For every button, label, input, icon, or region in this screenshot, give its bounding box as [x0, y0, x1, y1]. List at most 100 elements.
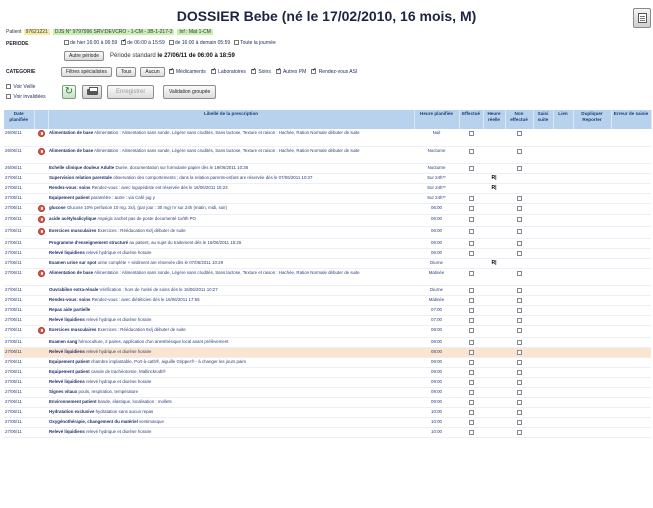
save-button[interactable]: Enregistrer	[107, 85, 155, 99]
done-checkbox[interactable]	[468, 287, 474, 293]
follow-up-cell[interactable]	[533, 129, 553, 147]
link-cell[interactable]	[553, 203, 573, 216]
follow-up-cell[interactable]	[533, 417, 553, 428]
not-done-cell[interactable]	[505, 173, 533, 184]
duplicate-cell[interactable]	[573, 407, 611, 418]
link-cell[interactable]	[553, 417, 573, 428]
table-row[interactable]: 27/06/11 Repas aide partielle 07:00	[4, 305, 651, 316]
link-cell[interactable]	[553, 268, 573, 286]
done-checkbox[interactable]	[468, 339, 474, 345]
table-row[interactable]: 27/06/11 Programme d'enseignement structu…	[4, 238, 651, 249]
done-checkbox[interactable]	[468, 270, 474, 276]
group-validate-button[interactable]: Validation groupée	[163, 85, 217, 99]
follow-up-cell[interactable]	[533, 367, 553, 378]
not-done-cell[interactable]	[505, 203, 533, 216]
follow-up-cell[interactable]	[533, 146, 553, 164]
not-done-checkbox[interactable]	[516, 409, 522, 415]
done-cell[interactable]	[459, 367, 483, 378]
done-cell[interactable]	[459, 226, 483, 239]
link-cell[interactable]	[553, 238, 573, 249]
duplicate-cell[interactable]	[573, 214, 611, 228]
link-cell[interactable]	[553, 315, 573, 326]
duplicate-cell[interactable]	[573, 226, 611, 239]
done-cell[interactable]	[459, 258, 483, 269]
table-row[interactable]: 27/06/11 Ouvrabilon extra-rénale Vérifica…	[4, 285, 651, 296]
link-cell[interactable]	[553, 325, 573, 338]
not-done-cell[interactable]	[505, 407, 533, 418]
follow-up-cell[interactable]	[533, 163, 553, 174]
done-cell[interactable]	[459, 203, 483, 216]
not-done-cell[interactable]	[505, 248, 533, 259]
not-done-checkbox[interactable]	[516, 165, 522, 171]
entry-error-cell[interactable]	[611, 427, 651, 438]
link-cell[interactable]	[553, 163, 573, 174]
link-cell[interactable]	[553, 146, 573, 164]
done-checkbox[interactable]	[468, 317, 474, 323]
done-cell[interactable]	[459, 407, 483, 418]
entry-error-cell[interactable]	[611, 325, 651, 338]
done-cell[interactable]	[459, 173, 483, 184]
follow-up-cell[interactable]	[533, 305, 553, 316]
done-checkbox[interactable]	[468, 359, 474, 365]
follow-up-cell[interactable]	[533, 238, 553, 249]
entry-error-cell[interactable]	[611, 295, 651, 306]
table-row[interactable]: 27/06/11 Exercices musculaires Exercices …	[4, 226, 651, 239]
link-cell[interactable]	[553, 397, 573, 408]
not-done-checkbox[interactable]	[516, 195, 522, 201]
entry-error-cell[interactable]	[611, 238, 651, 249]
link-cell[interactable]	[553, 258, 573, 269]
entry-error-cell[interactable]	[611, 407, 651, 418]
link-cell[interactable]	[553, 305, 573, 316]
done-checkbox[interactable]	[468, 229, 474, 235]
entry-error-cell[interactable]	[611, 226, 651, 239]
follow-up-cell[interactable]	[533, 397, 553, 408]
done-cell[interactable]	[459, 347, 483, 358]
not-done-cell[interactable]	[505, 325, 533, 338]
done-cell[interactable]	[459, 315, 483, 326]
entry-error-cell[interactable]	[611, 417, 651, 428]
not-done-cell[interactable]	[505, 238, 533, 249]
table-row[interactable]: 27/06/11 Oxygénothérapie, changement du m…	[4, 417, 651, 428]
table-row[interactable]: 27/06/11 acide acétylsalicylique Aspégic …	[4, 214, 651, 228]
duplicate-cell[interactable]	[573, 193, 611, 204]
follow-up-cell[interactable]	[533, 258, 553, 269]
not-done-checkbox[interactable]	[516, 379, 522, 385]
duplicate-cell[interactable]	[573, 129, 611, 147]
table-row[interactable]: 26/06/11 Alimentation de base Alimentatio…	[4, 146, 651, 164]
done-checkbox[interactable]	[468, 307, 474, 313]
duplicate-cell[interactable]	[573, 248, 611, 259]
not-done-cell[interactable]	[505, 163, 533, 174]
not-done-checkbox[interactable]	[516, 359, 522, 365]
follow-up-cell[interactable]	[533, 427, 553, 438]
done-cell[interactable]	[459, 268, 483, 286]
table-row[interactable]: 27/06/11 Alimentation de base Alimentatio…	[4, 268, 651, 286]
done-checkbox[interactable]	[468, 369, 474, 375]
entry-error-cell[interactable]	[611, 173, 651, 184]
done-checkbox[interactable]	[468, 131, 474, 136]
duplicate-cell[interactable]	[573, 315, 611, 326]
not-done-cell[interactable]	[505, 427, 533, 438]
period-option-3[interactable]: Toute la journée	[234, 40, 276, 46]
link-cell[interactable]	[553, 214, 573, 228]
not-done-checkbox[interactable]	[516, 419, 522, 425]
done-cell[interactable]	[459, 238, 483, 249]
duplicate-cell[interactable]	[573, 417, 611, 428]
table-row[interactable]: 27/06/11 Signes vitaux pouls, respiration…	[4, 387, 651, 398]
done-cell[interactable]	[459, 285, 483, 296]
not-done-cell[interactable]	[505, 214, 533, 228]
entry-error-cell[interactable]	[611, 357, 651, 368]
not-done-checkbox[interactable]	[516, 229, 522, 235]
table-row[interactable]: 27/06/11 Examen urine sur spot urine comp…	[4, 258, 651, 269]
follow-up-cell[interactable]	[533, 285, 553, 296]
not-done-cell[interactable]	[505, 226, 533, 239]
not-done-cell[interactable]	[505, 315, 533, 326]
show-eve-checkbox[interactable]: Voir Veille	[6, 84, 35, 90]
entry-error-cell[interactable]	[611, 248, 651, 259]
link-cell[interactable]	[553, 248, 573, 259]
entry-error-cell[interactable]	[611, 315, 651, 326]
not-done-checkbox[interactable]	[516, 369, 522, 375]
category-option-3[interactable]: Autres PM	[275, 67, 306, 75]
link-cell[interactable]	[553, 357, 573, 368]
done-cell[interactable]	[459, 295, 483, 306]
done-checkbox[interactable]	[468, 379, 474, 385]
